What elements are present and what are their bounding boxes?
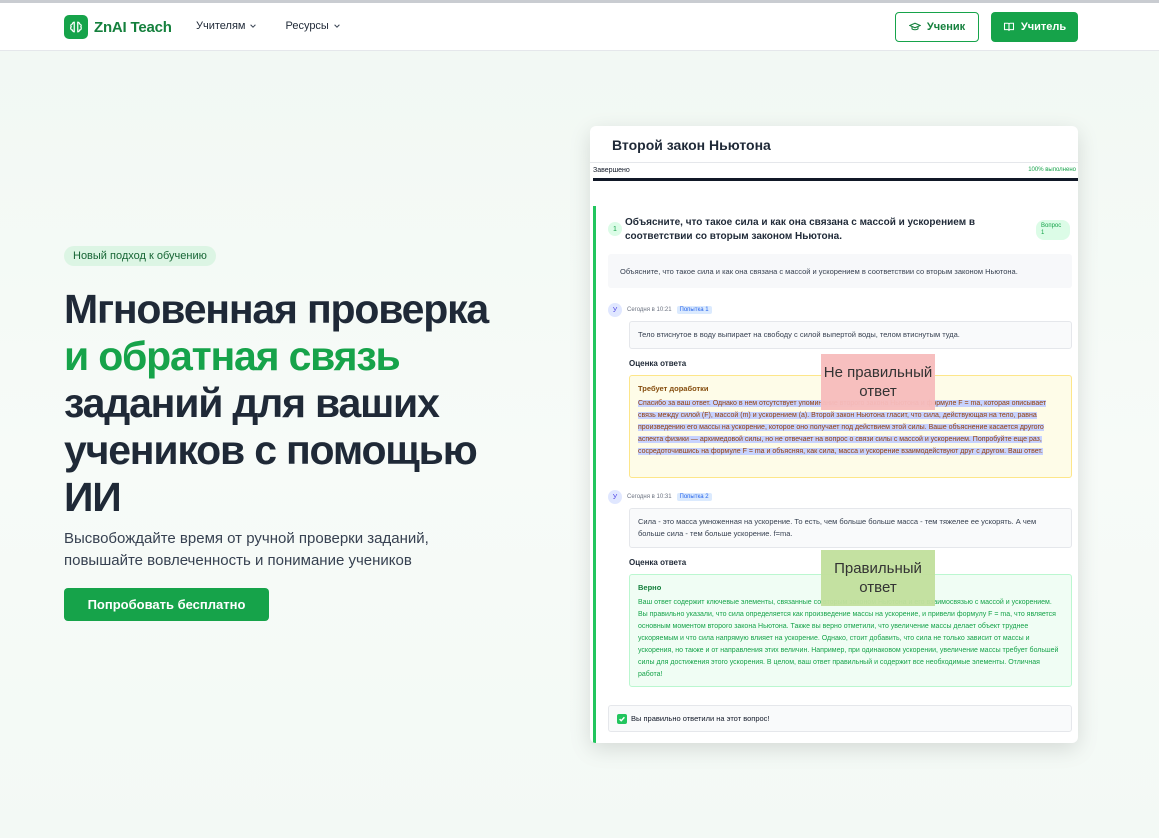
card-divider: [590, 162, 1078, 163]
hero-title-line-3: заданий для ваших: [64, 380, 440, 426]
student-answer: Сила - это масса умноженная на ускорение…: [629, 508, 1072, 548]
assignment-title: Второй закон Ньютона: [612, 137, 771, 153]
question-pill: Вопрос 1: [1036, 220, 1070, 240]
student-button-label: Ученик: [926, 21, 966, 33]
teacher-button[interactable]: Учитель: [991, 12, 1078, 42]
graduation-cap-icon: [908, 22, 921, 31]
top-navbar: ZnAI Teach Учителям Ресурсы Ученик Учите…: [0, 3, 1159, 51]
hero-title-line-5: ИИ: [64, 474, 122, 520]
hero-subtitle: Высвобождайте время от ручной проверки з…: [64, 528, 464, 572]
avatar: У: [608, 490, 622, 504]
student-answer: Тело втиснутое в воду выпирает на свобод…: [629, 321, 1072, 349]
question-block: 1 Объясните, что такое сила и как она св…: [593, 206, 1078, 743]
nav-item-teachers-label: Учителям: [196, 20, 246, 32]
attempt-header: У Сегодня в 10:21 Попытка 1: [608, 303, 712, 317]
assignment-preview-card: Второй закон Ньютона Завершено 100% выпо…: [590, 126, 1078, 743]
attempt-tag: Попытка 1: [676, 306, 712, 314]
evaluation-label: Оценка ответа: [629, 558, 687, 567]
result-text: Вы правильно ответили на этот вопрос!: [631, 714, 770, 723]
hero-title: Мгновенная проверка и обратная связь зад…: [64, 286, 544, 521]
attempt-time: Сегодня в 10:21: [627, 307, 672, 313]
brand-name: ZnAI Teach: [94, 18, 172, 36]
question-box: Объясните, что такое сила и как она связ…: [608, 254, 1072, 288]
attempt-header: У Сегодня в 10:31 Попытка 2: [608, 490, 712, 504]
brand-logo[interactable]: ZnAI Teach: [64, 15, 172, 39]
annotation-wrong-answer: Не правильный ответ: [821, 354, 935, 410]
nav-item-resources-label: Ресурсы: [285, 20, 329, 32]
avatar: У: [608, 303, 622, 317]
progress-bar-fill: [593, 178, 1078, 181]
question-number: 1: [608, 222, 622, 236]
nav-item-teachers[interactable]: Учителям: [196, 20, 257, 32]
progress-bar: [593, 178, 1078, 181]
attempt-time: Сегодня в 10:31: [627, 494, 672, 500]
result-banner: Вы правильно ответили на этот вопрос!: [608, 705, 1072, 732]
hero-subtitle-line-2: повышайте вовлеченность и понимание учен…: [64, 552, 412, 569]
chevron-down-icon: [250, 24, 257, 28]
chevron-down-icon: [334, 24, 340, 28]
question-text: Объясните, что такое сила и как она связ…: [625, 217, 976, 242]
teacher-button-label: Учитель: [1020, 21, 1067, 33]
evaluation-label: Оценка ответа: [629, 359, 687, 368]
hero-subtitle-line-1: Высвобождайте время от ручной проверки з…: [64, 530, 429, 547]
hero-badge: Новый подход к обучению: [64, 246, 216, 266]
feedback-text: Ваш ответ содержит ключевые элементы, св…: [638, 599, 1059, 678]
main-menu: Учителям Ресурсы: [196, 20, 341, 32]
attempt-tag: Попытка 2: [676, 493, 712, 501]
brain-icon: [64, 15, 88, 39]
checkmark-icon: [617, 713, 627, 724]
student-button[interactable]: Ученик: [895, 12, 979, 42]
annotation-right-answer: Правильный ответ: [821, 550, 935, 606]
try-free-button[interactable]: Попробовать бесплатно: [64, 588, 269, 621]
book-icon: [1003, 22, 1014, 31]
hero-title-accent: и обратная связь: [64, 333, 401, 379]
nav-item-resources[interactable]: Ресурсы: [285, 20, 340, 32]
hero-title-line-4: учеников с помощью: [64, 427, 478, 473]
progress-percent: 100% выполнено: [1028, 167, 1076, 173]
progress-label: Завершено: [593, 167, 630, 174]
hero-title-line-1: Мгновенная проверка: [64, 286, 489, 332]
